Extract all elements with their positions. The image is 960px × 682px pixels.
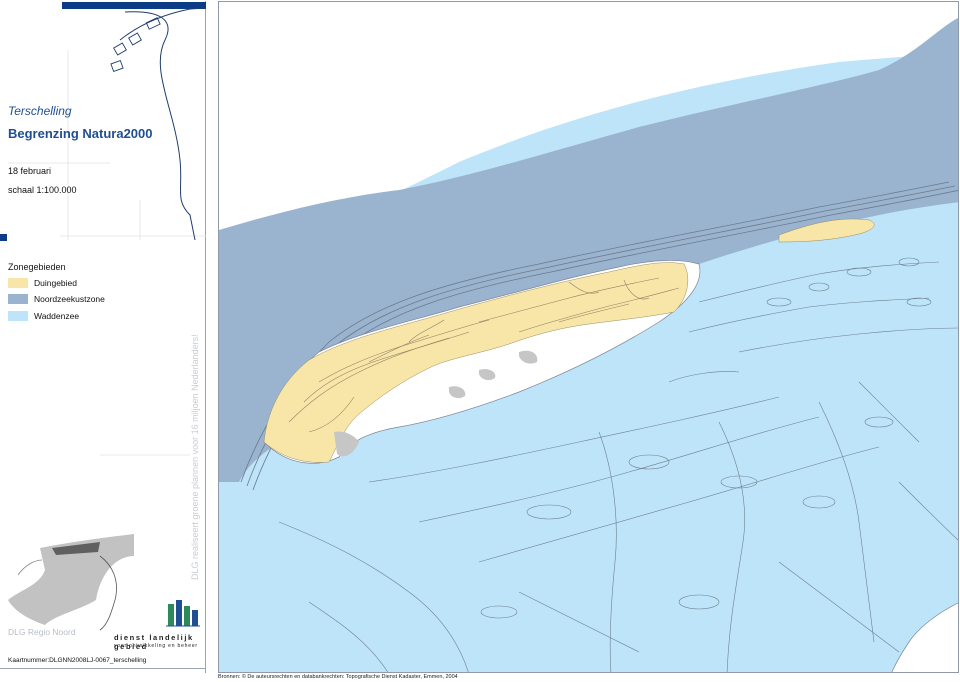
map-number: Kaartnummer:DLGNN2008LJ-0067_terschellin…: [8, 657, 147, 664]
slogan-vertical: DLG realiseert groene plannen voor 16 mi…: [190, 334, 200, 580]
legend-label: Waddenzee: [34, 311, 80, 321]
netherlands-overview-icon: [8, 534, 134, 631]
bottom-rule: [0, 668, 206, 669]
legend-label: Duingebied: [34, 278, 78, 288]
map-sources: Bronnen: © De auteursrechten en databank…: [218, 674, 458, 680]
dlg-logo-icon: [166, 600, 200, 627]
place-name: Terschelling: [8, 104, 72, 118]
section-marker: [0, 234, 7, 241]
map-title: Begrenzing Natura2000: [8, 126, 153, 141]
legend-panel: Terschelling Begrenzing Natura2000 18 fe…: [0, 0, 208, 682]
legend-heading: Zonegebieden: [8, 262, 66, 272]
decorative-coastline-graphic: [8, 7, 207, 631]
legend-label: Noordzeekustzone: [34, 294, 105, 304]
legend-swatch-waddenzee: [8, 311, 28, 321]
organization-tagline: voor ontwikkeling en beheer: [114, 643, 198, 649]
legend-item-duingebied: Duingebied: [8, 277, 77, 289]
terschelling-map: [219, 2, 958, 672]
legend-item-noordzeekustzone: Noordzeekustzone: [8, 293, 105, 305]
map-scale: schaal 1:100.000: [8, 185, 77, 195]
map-date: 18 februari: [8, 166, 52, 176]
legend-swatch-duingebied: [8, 278, 28, 288]
map-frame: [218, 1, 959, 673]
legend-item-waddenzee: Waddenzee: [8, 310, 79, 322]
regio-label: DLG Regio Noord: [8, 627, 76, 637]
legend-swatch-noordzeekustzone: [8, 294, 28, 304]
